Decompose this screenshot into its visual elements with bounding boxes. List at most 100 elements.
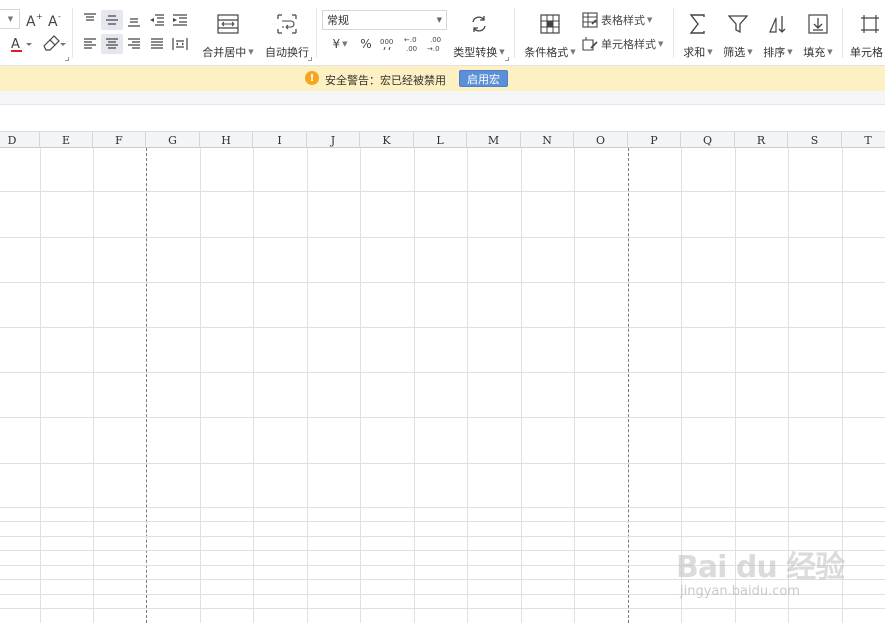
column-header[interactable]: L xyxy=(414,132,467,148)
decrease-indent-button[interactable] xyxy=(146,10,168,30)
row-gridline xyxy=(0,521,885,522)
align-middle-icon xyxy=(106,15,118,25)
font-group-expand-icon[interactable] xyxy=(65,57,69,61)
table-style-label: 表格样式 xyxy=(601,14,645,27)
page-break-line xyxy=(628,148,629,623)
column-gridline xyxy=(681,148,682,623)
distributed-align-button[interactable] xyxy=(169,34,191,54)
align-right-button[interactable] xyxy=(124,34,144,54)
chevron-down-icon: ▼ xyxy=(248,48,254,56)
cell-grid[interactable] xyxy=(0,148,885,623)
chevron-down-icon: ▼ xyxy=(499,48,505,56)
align-top-button[interactable] xyxy=(80,10,100,30)
column-header[interactable]: J xyxy=(307,132,360,148)
row-gridline xyxy=(0,237,885,238)
type-convert-button[interactable]: 类型转换 ▼ xyxy=(451,12,507,60)
number-format-select[interactable]: 常规 ▼ xyxy=(322,10,447,30)
cell-style-button[interactable]: 单元格样式 ▼ xyxy=(582,34,668,54)
table-style-button[interactable]: 表格样式 ▼ xyxy=(582,10,658,30)
filter-button[interactable]: 筛选 ▼ xyxy=(721,12,755,60)
divider xyxy=(316,8,317,58)
column-gridline xyxy=(360,148,361,623)
column-header[interactable]: M xyxy=(467,132,521,148)
chevron-down-icon: ▼ xyxy=(7,15,14,23)
column-header[interactable]: O xyxy=(574,132,628,148)
increase-font-icon: A + xyxy=(26,12,43,28)
row-gridline xyxy=(0,372,885,373)
auto-wrap-button[interactable]: 自动换行 xyxy=(263,12,311,60)
sigma-icon xyxy=(689,14,705,34)
column-header[interactable]: K xyxy=(360,132,414,148)
alignment-group-expand-icon[interactable] xyxy=(308,57,312,61)
font-color-button[interactable]: A xyxy=(8,34,34,54)
column-header[interactable]: N xyxy=(521,132,574,148)
row-gridline xyxy=(0,191,885,192)
sum-label: 求和 xyxy=(683,46,706,59)
decrease-decimal-button[interactable]: .00 →.0 xyxy=(425,34,447,54)
chevron-down-icon: ▼ xyxy=(570,48,576,56)
column-header[interactable]: E xyxy=(40,132,93,148)
divider xyxy=(514,8,515,58)
cell-button[interactable]: 单元格 xyxy=(850,12,885,60)
column-header[interactable]: S xyxy=(788,132,842,148)
clear-format-button[interactable] xyxy=(40,34,68,54)
decrease-font-size-button[interactable]: A- xyxy=(46,10,66,30)
column-header[interactable]: R xyxy=(735,132,788,148)
divider xyxy=(673,8,674,58)
align-middle-button[interactable] xyxy=(101,10,123,30)
sum-button[interactable]: 求和 ▼ xyxy=(681,12,715,60)
column-gridline xyxy=(574,148,575,623)
fill-down-icon xyxy=(808,14,828,34)
column-header[interactable]: H xyxy=(200,132,253,148)
thousands-separator-button[interactable]: 000 xyxy=(378,34,400,54)
increase-font-size-button[interactable]: A + xyxy=(24,10,44,30)
svg-text:A: A xyxy=(26,14,36,28)
thousands-icon: 000 xyxy=(380,38,393,51)
column-header[interactable]: G xyxy=(146,132,200,148)
column-header-row: D E F G H I J K L M N O P Q R S T xyxy=(0,131,885,148)
divider xyxy=(842,8,843,58)
chevron-down-icon: ▼ xyxy=(342,40,348,48)
align-left-button[interactable] xyxy=(80,34,100,54)
font-size-dropdown[interactable]: ▼ xyxy=(0,9,20,29)
row-gridline xyxy=(0,594,885,595)
align-center-icon xyxy=(106,38,118,49)
column-header[interactable]: P xyxy=(628,132,681,148)
column-header[interactable]: F xyxy=(93,132,146,148)
increase-decimal-icon: ←.0.00 xyxy=(404,36,417,53)
fill-button[interactable]: 填充 ▼ xyxy=(801,12,835,60)
row-gridline xyxy=(0,507,885,508)
column-gridline xyxy=(307,148,308,623)
column-gridline xyxy=(735,148,736,623)
column-header[interactable]: T xyxy=(842,132,885,148)
conditional-format-button[interactable]: 条件格式 ▼ xyxy=(522,12,578,60)
column-header[interactable]: Q xyxy=(681,132,735,148)
row-gridline xyxy=(0,565,885,566)
conditional-format-icon xyxy=(540,14,560,34)
svg-text:.00: .00 xyxy=(406,45,417,53)
indent-icon xyxy=(173,14,187,26)
enable-macro-button[interactable]: 启用宏 xyxy=(459,70,508,87)
column-header[interactable]: I xyxy=(253,132,307,148)
merge-center-button[interactable]: 合并居中 ▼ xyxy=(201,12,255,60)
sort-button[interactable]: 排序 ▼ xyxy=(761,12,795,60)
svg-text:←.0: ←.0 xyxy=(404,36,417,44)
increase-decimal-button[interactable]: ←.0.00 xyxy=(402,34,424,54)
number-group-expand-icon[interactable] xyxy=(505,57,509,61)
align-center-button[interactable] xyxy=(101,34,123,54)
percent-format-button[interactable]: % xyxy=(356,34,376,54)
svg-text:A: A xyxy=(11,37,20,52)
align-left-icon xyxy=(84,38,96,49)
security-warning-bar: ! 安全警告：宏已经被禁用 启用宏 xyxy=(0,66,885,91)
justify-button[interactable] xyxy=(146,34,168,54)
row-gridline xyxy=(0,327,885,328)
table-style-icon xyxy=(582,12,598,28)
decrease-font-icon: A- xyxy=(48,12,61,28)
increase-indent-button[interactable] xyxy=(169,10,191,30)
align-bottom-button[interactable] xyxy=(124,10,144,30)
align-bottom-icon xyxy=(128,18,140,27)
column-header[interactable]: D xyxy=(0,132,40,148)
column-gridline xyxy=(93,148,94,623)
currency-format-button[interactable]: ¥ ▼ xyxy=(326,34,354,54)
column-gridline xyxy=(467,148,468,623)
